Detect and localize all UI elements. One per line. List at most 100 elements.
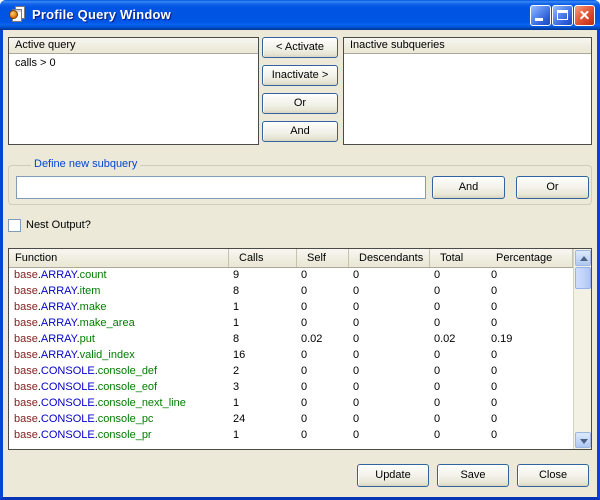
scroll-down-icon xyxy=(580,439,588,444)
update-button[interactable]: Update xyxy=(357,464,429,487)
calls-cell: 2 xyxy=(228,364,296,380)
descendants-cell: 0 xyxy=(348,380,429,396)
total-cell: 0 xyxy=(429,268,486,284)
activate-button[interactable]: < Activate xyxy=(262,37,338,58)
percentage-cell: 0 xyxy=(486,396,573,412)
column-header-percentage[interactable]: Percentage xyxy=(486,249,573,267)
subquery-or-button[interactable]: Or xyxy=(516,176,589,199)
function-name-cell: base.CONSOLE.console_pc xyxy=(9,412,228,428)
maximize-button[interactable] xyxy=(552,5,573,26)
and-combine-button[interactable]: And xyxy=(262,121,338,142)
active-query-list[interactable]: calls > 0 xyxy=(9,54,258,69)
calls-cell: 1 xyxy=(228,396,296,412)
descendants-cell: 0 xyxy=(348,396,429,412)
descendants-cell: 0 xyxy=(348,428,429,444)
percentage-cell: 0 xyxy=(486,300,573,316)
percentage-cell: 0 xyxy=(486,284,573,300)
function-name-cell: base.CONSOLE.console_pr xyxy=(9,428,228,444)
percentage-cell: 0 xyxy=(486,348,573,364)
profile-ball-icon xyxy=(9,10,18,19)
descendants-cell: 0 xyxy=(348,268,429,284)
table-row[interactable]: base.CONSOLE.console_next_line10000 xyxy=(9,396,573,412)
vertical-scrollbar[interactable] xyxy=(573,249,591,449)
function-name-cell: base.CONSOLE.console_eof xyxy=(9,380,228,396)
checkbox-icon[interactable] xyxy=(8,219,21,232)
table-row[interactable]: base.CONSOLE.console_def20000 xyxy=(9,364,573,380)
subquery-input[interactable] xyxy=(16,176,426,199)
percentage-cell: 0 xyxy=(486,316,573,332)
active-query-item[interactable]: calls > 0 xyxy=(9,54,258,69)
table-row[interactable]: base.ARRAY.put80.0200.020.19 xyxy=(9,332,573,348)
save-button[interactable]: Save xyxy=(437,464,509,487)
table-row[interactable]: base.ARRAY.make_area10000 xyxy=(9,316,573,332)
column-header-descendants[interactable]: Descendants xyxy=(348,249,429,267)
function-name-cell: base.ARRAY.item xyxy=(9,284,228,300)
table-body: base.ARRAY.count90000base.ARRAY.item8000… xyxy=(9,268,573,449)
maximize-icon xyxy=(557,10,568,20)
window-title: Profile Query Window xyxy=(32,0,171,30)
descendants-cell: 0 xyxy=(348,300,429,316)
total-cell: 0 xyxy=(429,412,486,428)
table-row[interactable]: base.ARRAY.item80000 xyxy=(9,284,573,300)
minimize-button[interactable] xyxy=(530,5,551,26)
calls-cell: 9 xyxy=(228,268,296,284)
table-row[interactable]: base.CONSOLE.console_eof30000 xyxy=(9,380,573,396)
calls-cell: 1 xyxy=(228,428,296,444)
titlebar[interactable]: Profile Query Window xyxy=(0,0,600,30)
close-dialog-button[interactable]: Close xyxy=(517,464,589,487)
function-name-cell: base.CONSOLE.console_def xyxy=(9,364,228,380)
total-cell: 0 xyxy=(429,284,486,300)
subquery-and-button[interactable]: And xyxy=(432,176,505,199)
total-cell: 0 xyxy=(429,348,486,364)
inactivate-button[interactable]: Inactivate > xyxy=(262,65,338,86)
function-name-cell: base.ARRAY.make_area xyxy=(9,316,228,332)
minimize-icon xyxy=(535,18,543,21)
or-combine-button[interactable]: Or xyxy=(262,93,338,114)
total-cell: 0 xyxy=(429,316,486,332)
descendants-cell: 0 xyxy=(348,316,429,332)
table-row[interactable]: base.ARRAY.count90000 xyxy=(9,268,573,284)
scroll-up-button[interactable] xyxy=(575,250,591,266)
close-button[interactable] xyxy=(574,5,595,26)
table-row[interactable]: base.CONSOLE.console_pr10000 xyxy=(9,428,573,444)
function-name-cell: base.ARRAY.valid_index xyxy=(9,348,228,364)
total-cell: 0 xyxy=(429,364,486,380)
scroll-down-button[interactable] xyxy=(575,432,591,448)
function-name-cell: base.ARRAY.make xyxy=(9,300,228,316)
descendants-cell: 0 xyxy=(348,412,429,428)
scroll-up-icon xyxy=(580,256,588,261)
descendants-cell: 0 xyxy=(348,364,429,380)
table-row[interactable]: base.ARRAY.valid_index160000 xyxy=(9,348,573,364)
column-header-self[interactable]: Self xyxy=(296,249,348,267)
total-cell: 0 xyxy=(429,396,486,412)
column-header-calls[interactable]: Calls xyxy=(228,249,296,267)
descendants-cell: 0 xyxy=(348,332,429,348)
descendants-cell: 0 xyxy=(348,348,429,364)
inactive-subqueries-panel: Inactive subqueries xyxy=(343,37,592,145)
function-name-cell: base.ARRAY.count xyxy=(9,268,228,284)
function-name-cell: base.ARRAY.put xyxy=(9,332,228,348)
total-cell: 0.02 xyxy=(429,332,486,348)
column-header-total[interactable]: Total xyxy=(429,249,486,267)
percentage-cell: 0 xyxy=(486,412,573,428)
percentage-cell: 0.19 xyxy=(486,332,573,348)
table-row[interactable]: base.CONSOLE.console_pc240000 xyxy=(9,412,573,428)
column-header-function[interactable]: Function xyxy=(9,249,228,267)
table-row[interactable]: base.ARRAY.make10000 xyxy=(9,300,573,316)
active-query-panel: Active query calls > 0 xyxy=(8,37,259,145)
self-cell: 0.02 xyxy=(296,332,348,348)
self-cell: 0 xyxy=(296,412,348,428)
application-icon[interactable] xyxy=(9,6,26,23)
nest-output-checkbox[interactable]: Nest Output? xyxy=(8,218,91,232)
self-cell: 0 xyxy=(296,380,348,396)
percentage-cell: 0 xyxy=(486,380,573,396)
self-cell: 0 xyxy=(296,300,348,316)
descendants-cell: 0 xyxy=(348,284,429,300)
scrollbar-thumb[interactable] xyxy=(575,267,591,289)
calls-cell: 1 xyxy=(228,316,296,332)
client-area: Active query calls > 0 < Activate Inacti… xyxy=(3,30,597,497)
total-cell: 0 xyxy=(429,300,486,316)
table-header: Function Calls Self Descendants Total Pe… xyxy=(9,249,573,268)
total-cell: 0 xyxy=(429,428,486,444)
total-cell: 0 xyxy=(429,380,486,396)
